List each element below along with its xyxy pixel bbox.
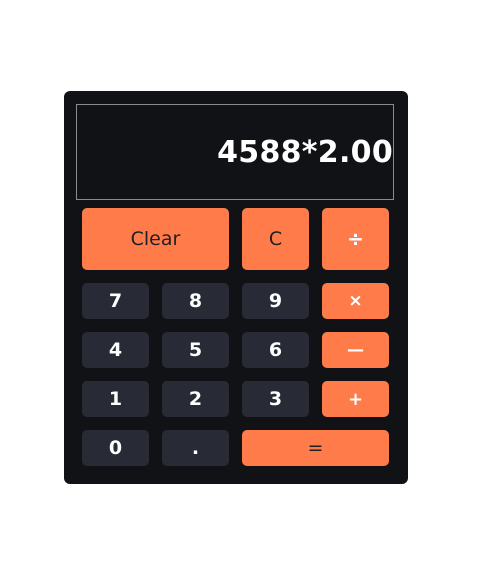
digit-8-button[interactable]: 8: [162, 283, 229, 319]
display-value: 4588*2.00: [217, 134, 393, 170]
digit-5-button[interactable]: 5: [162, 332, 229, 368]
digit-1-button[interactable]: 1: [82, 381, 149, 417]
digit-9-button[interactable]: 9: [242, 283, 309, 319]
digit-4-button[interactable]: 4: [82, 332, 149, 368]
backspace-button[interactable]: C: [242, 208, 309, 270]
digit-7-button[interactable]: 7: [82, 283, 149, 319]
clear-button[interactable]: Clear: [82, 208, 229, 270]
subtract-button[interactable]: —: [322, 332, 389, 368]
digit-2-button[interactable]: 2: [162, 381, 229, 417]
decimal-button[interactable]: .: [162, 430, 229, 466]
digit-3-button[interactable]: 3: [242, 381, 309, 417]
equals-button[interactable]: =: [242, 430, 389, 466]
divide-button[interactable]: ÷: [322, 208, 389, 270]
calculator: 4588*2.00 Clear C ÷ 7 8 9 × 4 5 6 — 1 2 …: [64, 91, 408, 484]
digit-6-button[interactable]: 6: [242, 332, 309, 368]
multiply-button[interactable]: ×: [322, 283, 389, 319]
calculator-display: 4588*2.00: [76, 104, 394, 200]
digit-0-button[interactable]: 0: [82, 430, 149, 466]
add-button[interactable]: +: [322, 381, 389, 417]
